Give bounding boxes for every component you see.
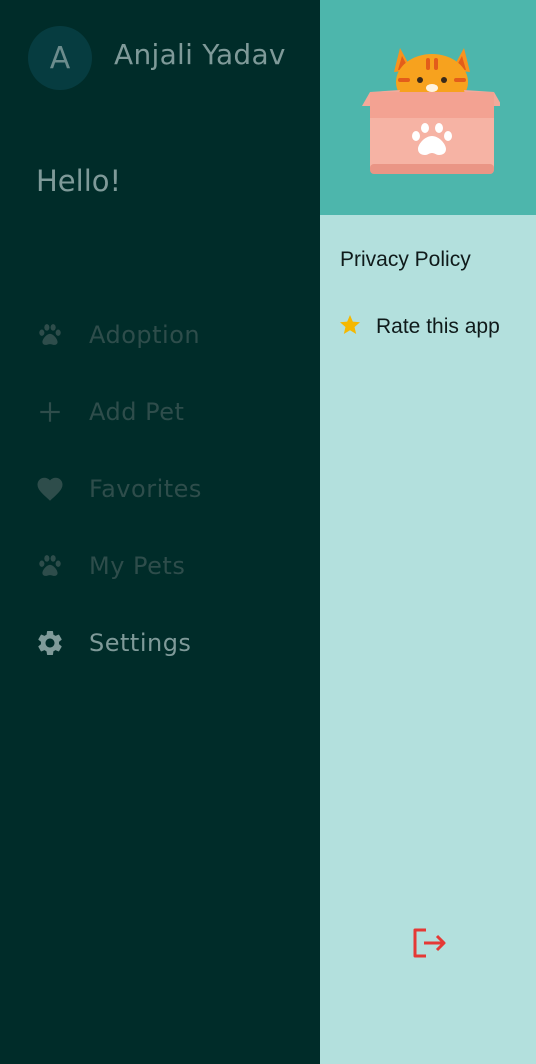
heart-icon <box>34 473 66 505</box>
paw-icon <box>34 319 66 351</box>
drawer-item-label: Adoption <box>89 321 201 349</box>
drawer-item-label: Add Pet <box>89 398 185 426</box>
drawer-item-label: Settings <box>89 629 192 657</box>
drawer-item-my-pets[interactable]: My Pets <box>34 546 304 586</box>
plus-icon <box>34 396 66 428</box>
star-icon <box>338 313 362 341</box>
rate-app-button[interactable]: Rate this app <box>338 313 500 341</box>
logout-icon <box>413 928 446 958</box>
drawer-item-favorites[interactable]: Favorites <box>34 469 304 509</box>
cat-in-box-illustration <box>362 48 500 174</box>
gear-icon <box>34 627 66 659</box>
privacy-policy-link[interactable]: Privacy Policy <box>340 248 471 272</box>
drawer-item-label: Favorites <box>89 475 202 503</box>
navigation-drawer: A Anjali Yadav Hello! Adoption Add Pet F… <box>0 0 320 1064</box>
drawer-item-settings[interactable]: Settings <box>34 623 304 663</box>
drawer-item-add-pet[interactable]: Add Pet <box>34 392 304 432</box>
rate-app-label: Rate this app <box>376 315 500 338</box>
avatar[interactable]: A <box>28 26 92 90</box>
panel-header <box>320 0 536 215</box>
drawer-item-label: My Pets <box>89 552 186 580</box>
logout-button[interactable] <box>410 924 448 962</box>
greeting: Hello! <box>36 164 122 198</box>
drawer-item-adoption[interactable]: Adoption <box>34 315 304 355</box>
paw-icon <box>34 550 66 582</box>
username: Anjali Yadav <box>114 38 286 71</box>
avatar-letter: A <box>49 40 71 76</box>
